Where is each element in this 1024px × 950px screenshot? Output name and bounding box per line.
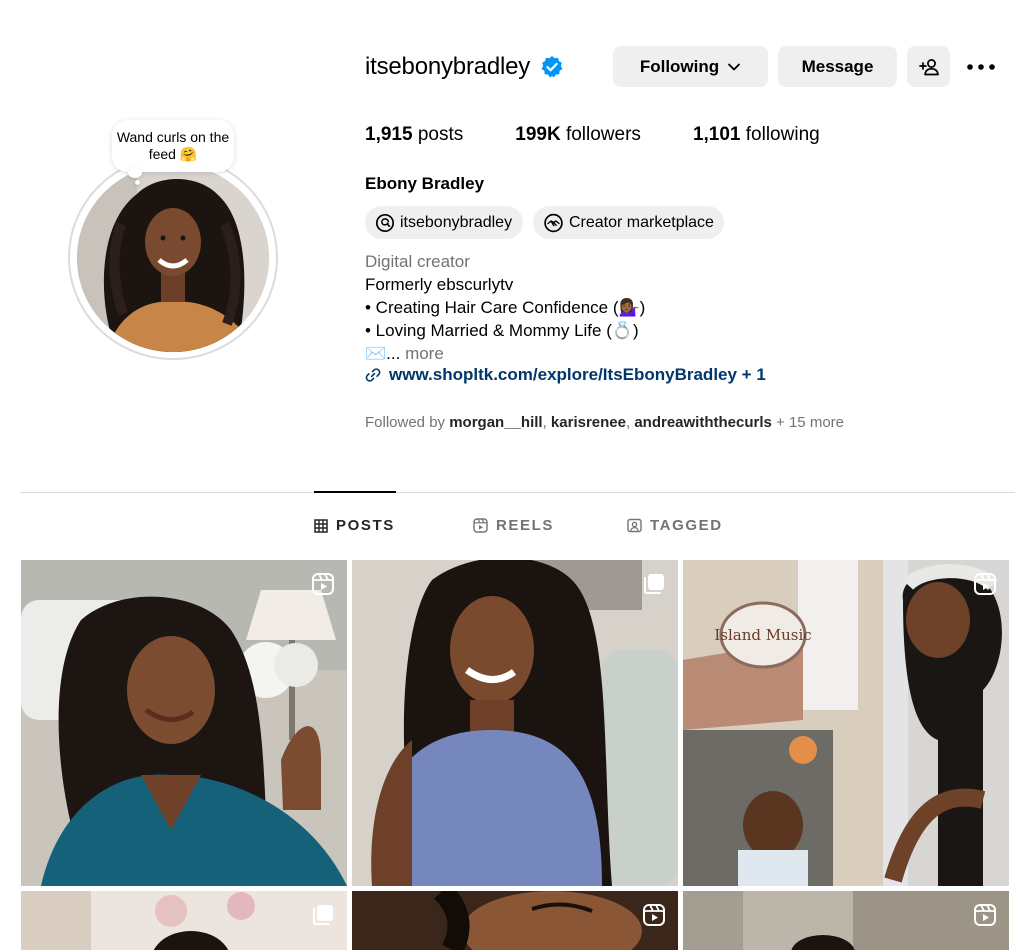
message-button[interactable]: Message [778, 46, 897, 87]
carousel-badge-icon [644, 574, 664, 594]
followers-count: 199K [515, 124, 561, 145]
more-options-button[interactable] [960, 46, 1002, 87]
threads-chip-label: itsebonybradley [400, 213, 513, 231]
creator-marketplace-chip[interactable]: Creator marketplace [533, 206, 724, 239]
profile-avatar[interactable] [68, 155, 278, 360]
posts-stat: 1,915 posts [365, 124, 463, 146]
followed-by-suffix: + 15 more [771, 414, 844, 431]
handshake-icon [544, 213, 563, 232]
tab-tagged[interactable]: TAGGED [627, 517, 723, 534]
bio-line-prefix: ✉️... [365, 344, 401, 363]
creator-marketplace-label: Creator marketplace [569, 213, 714, 231]
message-button-label: Message [801, 56, 874, 76]
bio-line: • Creating Hair Care Confidence (💁🏾‍♀️) [365, 298, 646, 317]
post-tile[interactable] [21, 560, 347, 886]
reel-badge-icon [974, 904, 996, 926]
bio-line: • Loving Married & Mommy Life (💍) [365, 321, 639, 340]
post-tile[interactable] [21, 891, 347, 950]
post-image: Island Music [683, 560, 1009, 886]
story-note-text: Wand curls on the feed 🤗 [116, 129, 230, 162]
reel-badge-icon [312, 573, 334, 595]
username: itsebonybradley [365, 53, 531, 80]
following-button-label: Following [639, 56, 720, 76]
followers-label: followers [565, 124, 641, 145]
tabs-divider [20, 492, 1015, 493]
person-plus-icon [918, 58, 939, 75]
tab-reels-label: REELS [496, 517, 555, 534]
grid-icon [314, 518, 328, 533]
following-label: following [745, 124, 820, 145]
tab-tagged-label: TAGGED [650, 517, 723, 534]
post-tile[interactable] [352, 891, 678, 950]
suggested-users-button[interactable] [907, 46, 950, 87]
note-bubble-tail-dot [135, 180, 140, 185]
bio-line-truncated: ✉️... more [365, 342, 645, 365]
profile-photo [77, 163, 269, 352]
chevron-down-icon [728, 63, 741, 70]
reel-badge-icon [974, 573, 996, 595]
story-note-bubble[interactable]: Wand curls on the feed 🤗 [112, 120, 234, 172]
post-tile[interactable] [683, 891, 1009, 950]
username-row: itsebonybradley [365, 46, 564, 88]
profile-stats: 1,915 posts 199K followers 1,101 followi… [365, 124, 872, 146]
carousel-badge-icon [313, 905, 333, 925]
post-image [352, 891, 678, 950]
bio-line: Formerly ebscurlytv [365, 275, 514, 294]
post-image [21, 891, 347, 950]
shop-sign-text: Island Music [714, 626, 811, 644]
threads-chip[interactable]: itsebonybradley [365, 206, 523, 239]
post-image [683, 891, 1009, 950]
bio-link[interactable]: www.shopltk.com/explore/ItsEbonyBradley … [365, 365, 766, 385]
followed-by-user[interactable]: morgan__hill [449, 414, 542, 431]
avatar [77, 163, 269, 352]
post-tile[interactable] [352, 560, 678, 886]
bio: Digital creator Formerly ebscurlytv • Cr… [365, 250, 645, 365]
tab-posts[interactable]: POSTS [314, 517, 395, 534]
verified-badge-icon [541, 56, 563, 78]
following-stat[interactable]: 1,101 following [693, 124, 820, 146]
post-image [21, 560, 347, 886]
bio-link-text: www.shopltk.com/explore/ItsEbonyBradley … [389, 365, 766, 384]
followed-by-prefix: Followed by [365, 414, 450, 431]
three-dots-icon [967, 63, 995, 70]
tab-posts-label: POSTS [336, 517, 395, 534]
bio-category: Digital creator [365, 252, 470, 271]
story-ring [68, 155, 278, 360]
following-button[interactable]: Following [613, 46, 768, 87]
full-name: Ebony Bradley [365, 174, 485, 193]
tab-reels[interactable]: REELS [473, 517, 554, 534]
threads-icon [375, 213, 395, 232]
followed-by-user[interactable]: andreawiththecurls [634, 414, 772, 431]
post-tile[interactable]: Island Music [683, 560, 1009, 886]
posts-label: posts [417, 124, 464, 145]
tagged-icon [627, 518, 642, 533]
post-image [352, 560, 678, 886]
posts-count: 1,915 [365, 124, 413, 145]
reel-badge-icon [643, 904, 665, 926]
following-count: 1,101 [692, 124, 741, 145]
followed-by[interactable]: Followed by morgan__hill, karisrenee, an… [365, 414, 844, 431]
bio-more-link[interactable]: more [400, 344, 444, 363]
note-bubble-tail [128, 168, 142, 178]
active-tab-indicator [314, 491, 396, 493]
followers-stat[interactable]: 199K followers [515, 124, 641, 146]
followed-by-user[interactable]: karisrenee [551, 414, 626, 431]
link-icon [365, 368, 381, 382]
reels-icon [473, 518, 488, 533]
